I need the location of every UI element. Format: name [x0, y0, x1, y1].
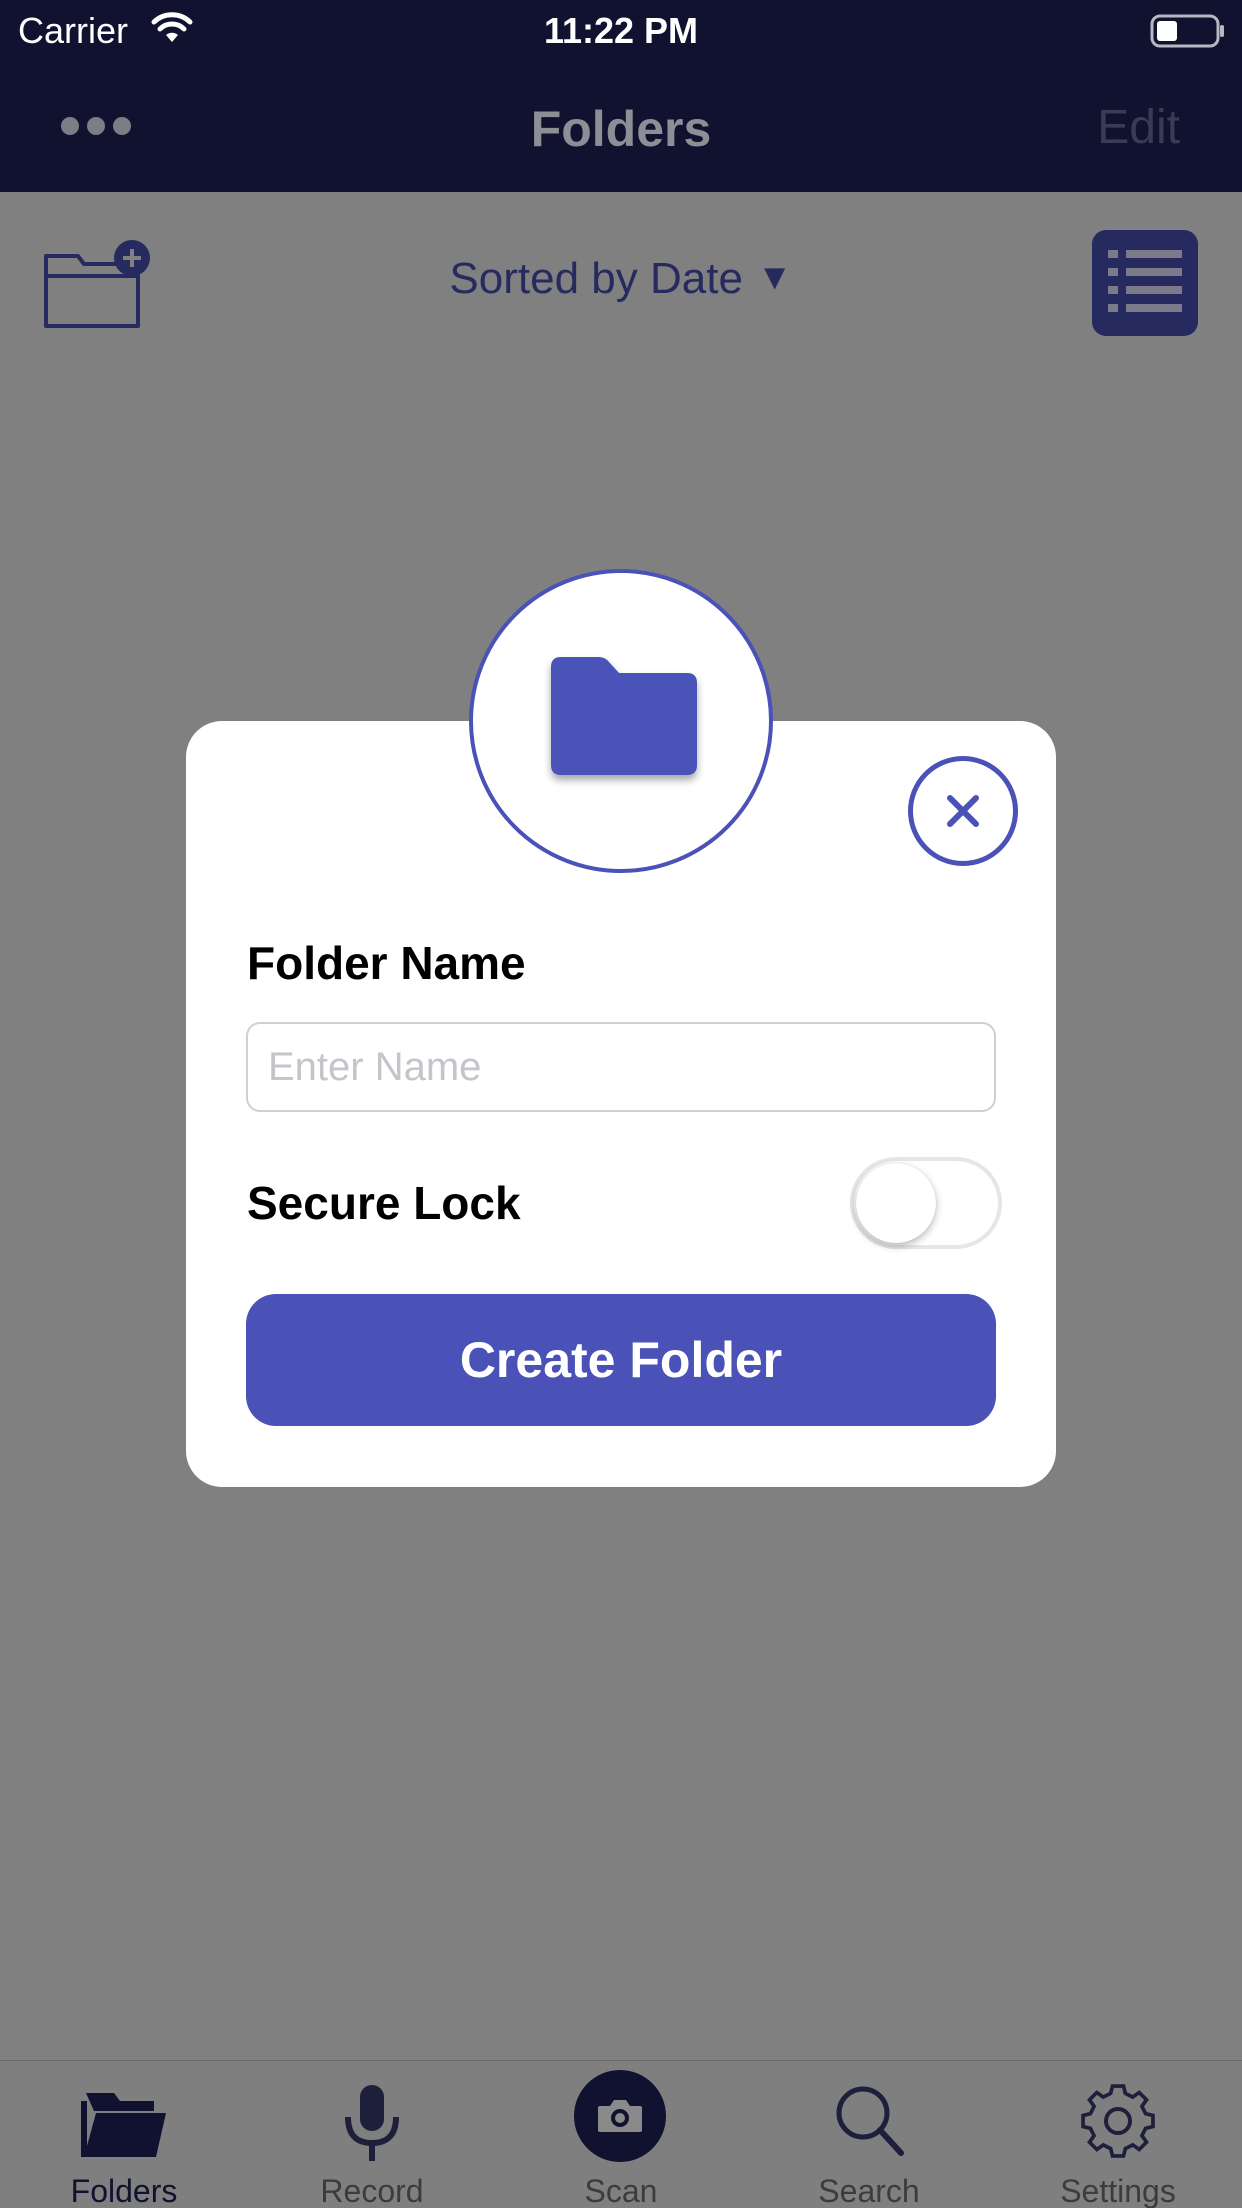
- close-button[interactable]: [908, 756, 1018, 866]
- folder-name-label: Folder Name: [247, 937, 526, 989]
- create-folder-button[interactable]: Create Folder: [246, 1294, 996, 1426]
- toolbar: Sorted by Date ▼: [0, 192, 1242, 372]
- tab-search[interactable]: Search: [745, 2061, 993, 2208]
- tab-folders[interactable]: Folders: [0, 2061, 248, 2208]
- dialog-folder-badge: [469, 569, 773, 873]
- page-title: Folders: [530, 101, 712, 157]
- tab-record[interactable]: Record: [248, 2061, 496, 2208]
- tab-label: Folders: [70, 2173, 178, 2208]
- sort-label: Sorted by Date: [449, 254, 743, 303]
- folder-icon: [81, 2093, 166, 2157]
- folder-name-input[interactable]: [246, 1022, 996, 1112]
- secure-lock-toggle[interactable]: [850, 1157, 1002, 1249]
- tab-label: Scan: [584, 2173, 658, 2208]
- status-bar: Carrier 11:22 PM: [0, 0, 1242, 60]
- tab-label: Search: [818, 2173, 920, 2208]
- list-view-button[interactable]: [1092, 230, 1198, 336]
- toggle-knob: [856, 1163, 936, 1243]
- gear-icon: [1081, 2084, 1155, 2158]
- microphone-icon: [345, 2085, 399, 2161]
- edit-button[interactable]: Edit: [1097, 100, 1180, 155]
- list-view-icon: [1108, 250, 1182, 312]
- navigation-bar: Folders Edit: [0, 60, 1242, 192]
- close-icon: [947, 795, 979, 827]
- camera-icon: [598, 2100, 642, 2132]
- tab-label: Record: [320, 2173, 424, 2208]
- search-icon: [836, 2086, 904, 2156]
- tab-label: Settings: [1060, 2173, 1176, 2208]
- tab-settings[interactable]: Settings: [994, 2061, 1242, 2208]
- folder-icon: [551, 657, 697, 775]
- scan-button[interactable]: [574, 2070, 666, 2162]
- sort-caret-icon: ▼: [756, 256, 793, 297]
- secure-lock-label: Secure Lock: [247, 1177, 521, 1229]
- sort-dropdown[interactable]: Sorted by Date ▼: [0, 254, 1242, 304]
- battery-icon: [1150, 14, 1224, 48]
- status-time: 11:22 PM: [543, 10, 699, 51]
